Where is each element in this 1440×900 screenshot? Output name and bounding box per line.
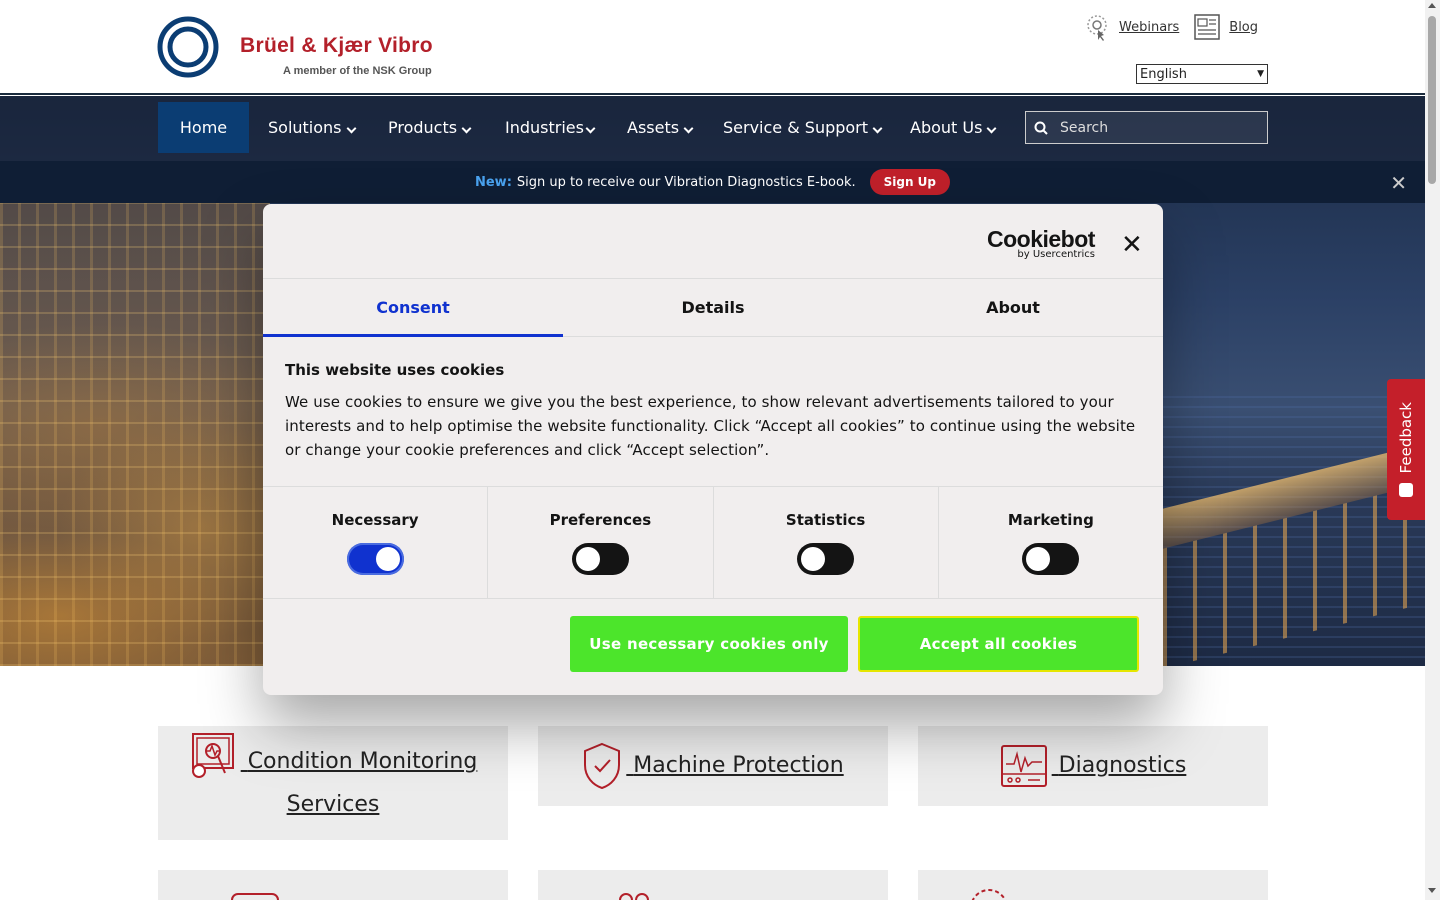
hero-rig-graphic xyxy=(0,196,270,666)
tab-about[interactable]: About xyxy=(863,279,1163,336)
search-icon[interactable] xyxy=(1026,121,1056,135)
nav-item-industries[interactable]: Industries xyxy=(505,102,596,153)
banner-text: Sign up to receive our Vibration Diagnos… xyxy=(516,174,856,190)
card-icon-partial xyxy=(619,893,649,900)
language-select[interactable]: English ▼ xyxy=(1136,64,1268,84)
dialog-actions: Use necessary cookies only Accept all co… xyxy=(263,599,1163,694)
toggle-cell-marketing: Marketing xyxy=(939,487,1163,598)
cookie-consent-dialog: Cookiebot by Usercentrics ✕ Consent Deta… xyxy=(263,204,1163,695)
nav-item-about-us[interactable]: About Us xyxy=(910,102,997,153)
signup-button[interactable]: Sign Up xyxy=(869,169,951,195)
search-input[interactable] xyxy=(1056,119,1256,136)
scroll-thumb[interactable] xyxy=(1428,16,1436,184)
toggle-cell-preferences: Preferences xyxy=(488,487,714,598)
top-links: Webinars Blog xyxy=(1083,12,1258,42)
logo-rings-icon xyxy=(157,16,219,78)
banner-new-label: New: xyxy=(474,174,512,190)
site-header: Brüel & Kjær Vibro A member of the NSK G… xyxy=(0,0,1425,95)
nav-label: Industries xyxy=(505,118,584,137)
toggle-label: Statistics xyxy=(785,511,866,529)
accept-all-cookies-button[interactable]: Accept all cookies xyxy=(858,616,1139,672)
nav-label: Assets xyxy=(627,118,680,137)
card-icon-partial xyxy=(231,893,279,900)
nav-item-service-support[interactable]: Service & Support xyxy=(723,102,883,153)
chevron-down-icon xyxy=(585,123,596,134)
use-necessary-cookies-button[interactable]: Use necessary cookies only xyxy=(570,616,848,672)
search-box xyxy=(1025,111,1268,144)
chevron-down-icon xyxy=(683,123,694,134)
feedback-tab[interactable]: Feedback xyxy=(1387,379,1425,520)
card-label: Condition Monitoring Services xyxy=(247,749,478,817)
feedback-label: Feedback xyxy=(1397,401,1415,474)
feedback-icon xyxy=(1399,483,1413,498)
dialog-header: Cookiebot by Usercentrics ✕ xyxy=(263,204,1163,279)
promo-banner: New: Sign up to receive our Vibration Di… xyxy=(0,161,1425,203)
scroll-up-icon[interactable] xyxy=(1428,3,1436,8)
card-diagnostics[interactable]: Diagnostics xyxy=(918,726,1268,806)
card-icon-partial xyxy=(971,889,1007,900)
banner-close-icon[interactable]: ✕ xyxy=(1390,171,1407,195)
close-icon[interactable]: ✕ xyxy=(1121,230,1143,260)
necessary-toggle[interactable] xyxy=(346,543,404,575)
card-condition-monitoring[interactable]: Condition Monitoring Services xyxy=(158,726,508,840)
cookiebot-logo: Cookiebot by Usercentrics xyxy=(987,226,1095,260)
cookie-toggles: Necessary Preferences Statistics Marketi… xyxy=(263,487,1163,599)
blog-icon xyxy=(1194,14,1221,40)
card-label: Diagnostics xyxy=(1058,753,1187,778)
chevron-down-icon xyxy=(986,123,997,134)
card-machine-protection[interactable]: Machine Protection xyxy=(538,726,888,806)
toggle-cell-necessary: Necessary xyxy=(263,487,489,598)
nav-label: Home xyxy=(179,118,228,137)
nav-item-products[interactable]: Products xyxy=(388,102,472,153)
tab-details[interactable]: Details xyxy=(563,279,863,336)
shield-check-icon xyxy=(584,742,621,790)
logo-subtitle: A member of the NSK Group xyxy=(283,65,432,77)
nav-item-assets[interactable]: Assets xyxy=(627,102,694,153)
diagnostics-icon xyxy=(1000,745,1047,787)
toggle-label: Necessary xyxy=(331,511,419,529)
blog-link[interactable]: Blog xyxy=(1229,20,1258,35)
chevron-down-icon xyxy=(872,123,883,134)
toggle-cell-statistics: Statistics xyxy=(714,487,939,598)
toggle-label: Preferences xyxy=(549,511,652,529)
site-logo[interactable]: Brüel & Kjær Vibro A member of the NSK G… xyxy=(157,16,433,78)
webinars-link[interactable]: Webinars xyxy=(1119,20,1179,35)
scroll-down-icon[interactable] xyxy=(1428,888,1436,893)
logo-title: Brüel & Kjær Vibro xyxy=(240,34,433,57)
chevron-down-icon xyxy=(346,123,356,134)
nav-item-home[interactable]: Home xyxy=(158,102,249,153)
card-partial-1[interactable] xyxy=(158,870,508,900)
dialog-body: This website uses cookies We use cookies… xyxy=(263,337,1163,487)
card-partial-3[interactable] xyxy=(918,870,1268,900)
chevron-down-icon xyxy=(461,123,472,134)
toggle-label: Marketing xyxy=(1007,511,1094,529)
nav-label: Solutions xyxy=(268,118,342,137)
nav-label: About Us xyxy=(910,118,983,137)
chevron-down-icon: ▼ xyxy=(1257,69,1264,79)
card-label: Machine Protection xyxy=(633,753,844,778)
nav-label: Products xyxy=(388,118,458,137)
dialog-tabs: Consent Details About xyxy=(263,279,1163,337)
marketing-toggle[interactable] xyxy=(1022,543,1080,575)
page-scrollbar[interactable] xyxy=(1425,0,1440,900)
statistics-toggle[interactable] xyxy=(797,543,855,575)
dialog-heading: This website uses cookies xyxy=(285,361,505,379)
webinars-icon xyxy=(1087,15,1107,41)
card-partial-2[interactable] xyxy=(538,870,888,900)
dialog-description: We use cookies to ensure we give you the… xyxy=(285,393,1136,459)
nav-label: Service & Support xyxy=(723,118,869,137)
monitoring-icon xyxy=(191,733,234,778)
preferences-toggle[interactable] xyxy=(571,543,629,575)
tab-consent[interactable]: Consent xyxy=(263,279,563,337)
language-value: English xyxy=(1140,66,1187,82)
nav-item-solutions[interactable]: Solutions xyxy=(268,102,356,153)
